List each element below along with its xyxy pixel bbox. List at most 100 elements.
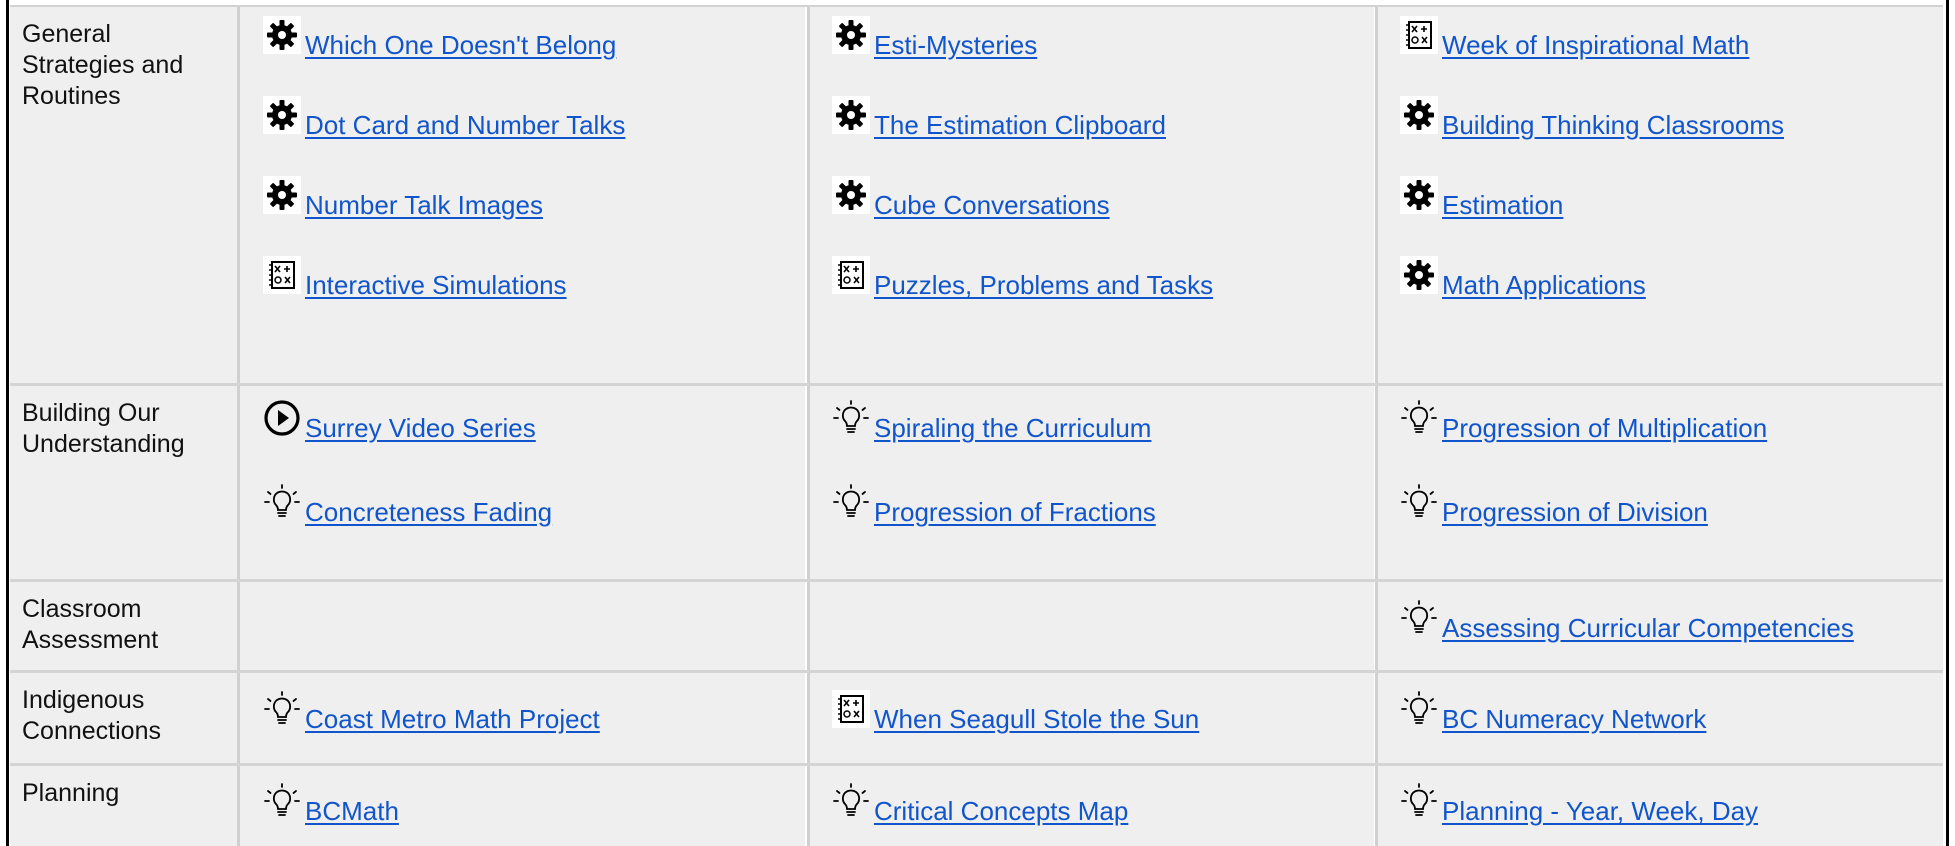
row-label: Planning <box>22 779 120 807</box>
math-sheet-icon <box>832 256 870 294</box>
resource-link-text[interactable]: Coast Metro Math Project <box>305 704 600 734</box>
resource-link-text[interactable]: Esti-Mysteries <box>874 30 1037 60</box>
column-divider <box>807 582 810 670</box>
resource-link[interactable]: Cube Conversations <box>832 176 1110 220</box>
table-row: Planning BCMath Critical Concepts Map Pl… <box>10 766 1943 846</box>
resource-link-text[interactable]: Dot Card and Number Talks <box>305 110 625 140</box>
resource-link-text[interactable]: BCMath <box>305 796 399 826</box>
resource-link[interactable]: Concreteness Fading <box>263 484 552 527</box>
lightbulb-icon <box>832 483 870 521</box>
resource-link[interactable]: Dot Card and Number Talks <box>263 96 625 140</box>
lightbulb-icon <box>1400 483 1438 521</box>
resource-link-text[interactable]: Progression of Division <box>1442 497 1708 527</box>
lightbulb-icon <box>1400 399 1438 437</box>
gear-icon <box>1400 96 1438 134</box>
resource-table: General Strategies and Routines Which One… <box>0 0 1955 846</box>
resource-link[interactable]: Interactive Simulations <box>263 256 567 300</box>
lightbulb-icon <box>263 690 301 728</box>
column-divider <box>807 7 810 383</box>
resource-link[interactable]: Week of Inspirational Math <box>1400 16 1749 60</box>
resource-link-text[interactable]: BC Numeracy Network <box>1442 704 1706 734</box>
resource-link-text[interactable]: Which One Doesn't Belong <box>305 30 616 60</box>
column-divider <box>807 673 810 763</box>
resource-link-text[interactable]: Interactive Simulations <box>305 270 567 300</box>
resource-link-text[interactable]: When Seagull Stole the Sun <box>874 704 1199 734</box>
math-sheet-icon <box>1400 16 1438 54</box>
column-divider <box>237 582 240 670</box>
math-sheet-icon <box>832 690 870 728</box>
gear-icon <box>1400 176 1438 214</box>
column-divider <box>1375 673 1378 763</box>
gear-icon <box>832 96 870 134</box>
resource-link[interactable]: Assessing Curricular Competencies <box>1400 600 1854 643</box>
resource-link-text[interactable]: The Estimation Clipboard <box>874 110 1166 140</box>
column-divider <box>1375 7 1378 383</box>
resource-link[interactable]: Estimation <box>1400 176 1563 220</box>
table-row: Indigenous Connections Coast Metro Math … <box>10 673 1943 763</box>
row-label: Building Our Understanding <box>22 399 185 458</box>
resource-link[interactable]: The Estimation Clipboard <box>832 96 1166 140</box>
resource-link[interactable]: Math Applications <box>1400 256 1646 300</box>
column-divider <box>237 766 240 846</box>
gear-icon <box>263 96 301 134</box>
resource-link[interactable]: Which One Doesn't Belong <box>263 16 616 60</box>
resource-link-text[interactable]: Progression of Multiplication <box>1442 413 1767 443</box>
column-divider <box>807 766 810 846</box>
resource-link[interactable]: BC Numeracy Network <box>1400 691 1706 734</box>
table-row: General Strategies and Routines Which One… <box>10 7 1943 383</box>
resource-link[interactable]: Progression of Multiplication <box>1400 400 1767 443</box>
column-divider <box>1375 766 1378 846</box>
resource-link-text[interactable]: Progression of Fractions <box>874 497 1156 527</box>
lightbulb-icon <box>1400 599 1438 637</box>
resource-link-text[interactable]: Math Applications <box>1442 270 1646 300</box>
table-right-border <box>1946 0 1949 846</box>
resource-link-text[interactable]: Spiraling the Curriculum <box>874 413 1151 443</box>
lightbulb-icon <box>832 399 870 437</box>
row-label: Indigenous Connections <box>22 686 161 745</box>
resource-link-text[interactable]: Planning - Year, Week, Day <box>1442 796 1758 826</box>
resource-link-text[interactable]: Critical Concepts Map <box>874 796 1128 826</box>
resource-link[interactable]: Progression of Division <box>1400 484 1708 527</box>
resource-link[interactable]: BCMath <box>263 783 399 826</box>
gear-icon <box>263 176 301 214</box>
resource-link[interactable]: When Seagull Stole the Sun <box>832 690 1199 734</box>
resource-link[interactable]: Planning - Year, Week, Day <box>1400 783 1758 826</box>
row-label: Classroom Assessment <box>22 595 159 654</box>
gear-icon <box>263 16 301 54</box>
resource-link-text[interactable]: Building Thinking Classrooms <box>1442 110 1784 140</box>
resource-link[interactable]: Surrey Video Series <box>263 400 536 443</box>
resource-link-text[interactable]: Week of Inspirational Math <box>1442 30 1749 60</box>
column-divider <box>237 7 240 383</box>
lightbulb-icon <box>832 782 870 820</box>
math-sheet-icon <box>263 256 301 294</box>
resource-link-text[interactable]: Surrey Video Series <box>305 413 536 443</box>
resource-link[interactable]: Building Thinking Classrooms <box>1400 96 1784 140</box>
row-divider <box>10 763 1943 766</box>
resource-link[interactable]: Number Talk Images <box>263 176 543 220</box>
resource-link[interactable]: Critical Concepts Map <box>832 783 1128 826</box>
column-divider <box>237 673 240 763</box>
resource-link-text[interactable]: Concreteness Fading <box>305 497 552 527</box>
resource-link[interactable]: Progression of Fractions <box>832 484 1156 527</box>
table-left-border <box>6 0 9 846</box>
row-divider <box>10 383 1943 386</box>
resource-link[interactable]: Spiraling the Curriculum <box>832 400 1151 443</box>
row-divider <box>10 670 1943 673</box>
column-divider <box>1375 582 1378 670</box>
resource-link[interactable]: Esti-Mysteries <box>832 16 1037 60</box>
resource-link-text[interactable]: Cube Conversations <box>874 190 1110 220</box>
row-divider <box>10 579 1943 582</box>
gear-icon <box>1400 256 1438 294</box>
resource-link-text[interactable]: Assessing Curricular Competencies <box>1442 613 1854 643</box>
resource-link-text[interactable]: Estimation <box>1442 190 1563 220</box>
lightbulb-icon <box>1400 782 1438 820</box>
resource-cell <box>808 582 1374 670</box>
resource-link-text[interactable]: Number Talk Images <box>305 190 543 220</box>
resource-link[interactable]: Puzzles, Problems and Tasks <box>832 256 1213 300</box>
column-divider <box>807 386 810 579</box>
resource-link-text[interactable]: Puzzles, Problems and Tasks <box>874 270 1213 300</box>
lightbulb-icon <box>263 483 301 521</box>
resource-cell <box>240 582 805 670</box>
gear-icon <box>832 176 870 214</box>
resource-link[interactable]: Coast Metro Math Project <box>263 691 600 734</box>
